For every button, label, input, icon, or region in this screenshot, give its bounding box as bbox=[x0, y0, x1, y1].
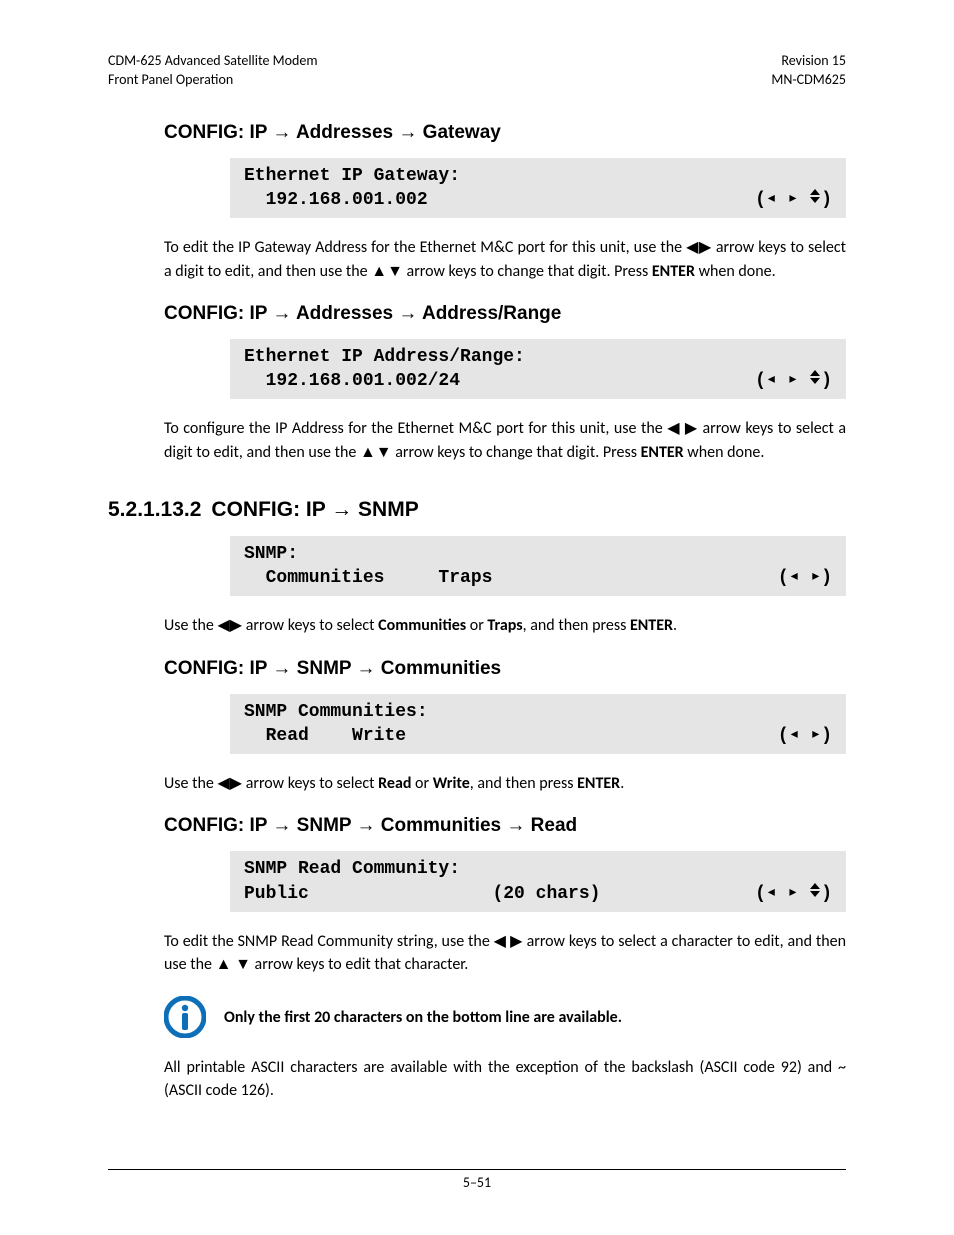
lcd-display-communities: SNMP Communities: Read Write(◂ ▸) bbox=[230, 694, 846, 755]
left-arrow-icon: ◀ bbox=[217, 617, 229, 634]
left-arrow-icon: ◀ bbox=[667, 420, 680, 437]
right-arrow-icon: ▶ bbox=[230, 617, 242, 634]
up-arrow-icon: ▲ bbox=[371, 263, 387, 280]
para-communities: Use the ◀▶ arrow keys to select Read or … bbox=[164, 772, 846, 795]
right-arrow-icon: → bbox=[272, 658, 291, 679]
nav-keys-icon: (◂ ▸ ) bbox=[755, 368, 832, 393]
heading-communities: CONFIG: IP → SNMP → Communities bbox=[164, 658, 846, 680]
up-arrow-icon: ▲ bbox=[216, 956, 232, 973]
note-block: Only the first 20 characters on the bott… bbox=[164, 996, 846, 1038]
lcd-display-read-community: SNMP Read Community: Public (20 chars)(◂… bbox=[230, 851, 846, 912]
heading-read-community: CONFIG: IP → SNMP → Communities → Read bbox=[164, 815, 846, 837]
header-right-2: MN-CDM625 bbox=[771, 71, 846, 90]
heading-snmp: 5.2.1.13.2CONFIG: IP → SNMP bbox=[108, 498, 846, 522]
right-arrow-icon: → bbox=[272, 815, 291, 836]
right-arrow-icon: → bbox=[357, 658, 376, 679]
right-arrow-icon: → bbox=[272, 303, 291, 324]
right-arrow-icon: → bbox=[331, 498, 352, 521]
nav-keys-icon: (◂ ▸ ) bbox=[755, 881, 832, 906]
header-left-2: Front Panel Operation bbox=[108, 71, 318, 90]
page-header: CDM-625 Advanced Satellite Modem Front P… bbox=[108, 52, 846, 90]
right-arrow-icon: → bbox=[272, 122, 291, 143]
down-arrow-icon: ▼ bbox=[387, 263, 403, 280]
nav-keys-icon: (◂ ▸) bbox=[778, 565, 832, 590]
right-arrow-icon: ▶ bbox=[699, 239, 712, 256]
nav-keys-icon: (◂ ▸ ) bbox=[755, 187, 832, 212]
page-footer: 5–51 bbox=[108, 1169, 846, 1191]
lcd-display-address-range: Ethernet IP Address/Range: 192.168.001.0… bbox=[230, 339, 846, 400]
down-arrow-icon: ▼ bbox=[376, 444, 392, 461]
right-arrow-icon: → bbox=[357, 815, 376, 836]
para-address-range: To configure the IP Address for the Ethe… bbox=[164, 417, 846, 463]
lcd-display-snmp: SNMP: Communities Traps(◂ ▸) bbox=[230, 536, 846, 597]
header-right-1: Revision 15 bbox=[771, 52, 846, 71]
heading-address-range: CONFIG: IP → Addresses → Address/Range bbox=[164, 303, 846, 325]
heading-gateway: CONFIG: IP → Addresses → Gateway bbox=[164, 122, 846, 144]
right-arrow-icon: ▶ bbox=[230, 775, 242, 792]
para-ascii: All printable ASCII characters are avail… bbox=[164, 1056, 846, 1102]
para-read-community: To edit the SNMP Read Community string, … bbox=[164, 930, 846, 976]
left-arrow-icon: ◀ bbox=[217, 775, 229, 792]
right-arrow-icon: → bbox=[398, 122, 417, 143]
left-arrow-icon: ◀ bbox=[686, 239, 699, 256]
right-arrow-icon: → bbox=[398, 303, 417, 324]
header-left-1: CDM-625 Advanced Satellite Modem bbox=[108, 52, 318, 71]
right-arrow-icon: → bbox=[506, 815, 525, 836]
nav-keys-icon: (◂ ▸) bbox=[778, 723, 832, 748]
left-arrow-icon: ◀ bbox=[494, 933, 507, 950]
down-arrow-icon: ▼ bbox=[235, 956, 251, 973]
note-text: Only the first 20 characters on the bott… bbox=[224, 1008, 622, 1027]
lcd-display-gateway: Ethernet IP Gateway: 192.168.001.002(◂ ▸… bbox=[230, 158, 846, 219]
right-arrow-icon: ▶ bbox=[685, 420, 698, 437]
up-arrow-icon: ▲ bbox=[360, 444, 376, 461]
info-icon bbox=[164, 996, 206, 1038]
right-arrow-icon: ▶ bbox=[510, 933, 523, 950]
para-gateway: To edit the IP Gateway Address for the E… bbox=[164, 236, 846, 282]
para-snmp: Use the ◀▶ arrow keys to select Communit… bbox=[164, 614, 846, 637]
page-number: 5–51 bbox=[463, 1174, 491, 1191]
